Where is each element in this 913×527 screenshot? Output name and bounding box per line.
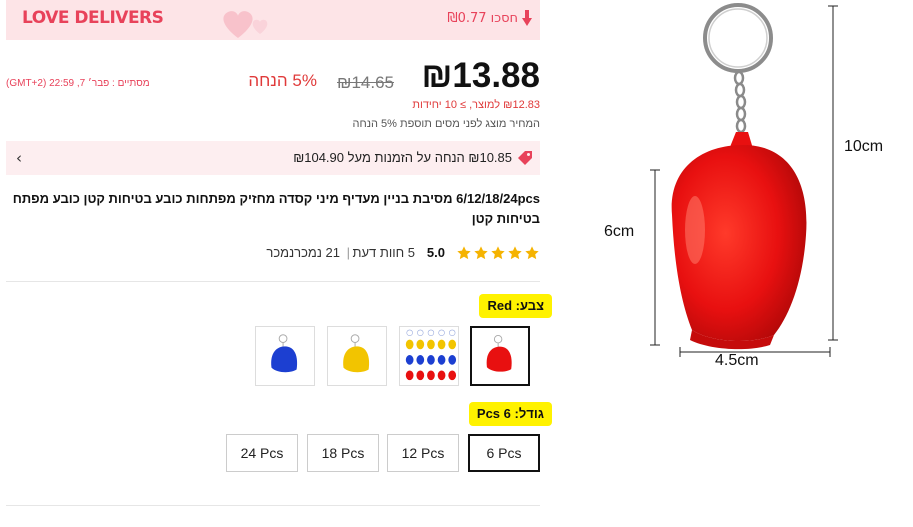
discount-badge: 5% הנחה bbox=[248, 71, 317, 90]
sold-count: 21 נמכרנמכר bbox=[266, 245, 340, 260]
star-icon bbox=[474, 246, 488, 260]
product-info-panel: LOVE DELIVERS חסכו ₪0.77 ₪13.88 ₪14.65 5… bbox=[6, 0, 552, 523]
color-label: צבע: Red bbox=[479, 294, 552, 318]
star-icon bbox=[525, 246, 539, 260]
depth-dimension-label: 6cm bbox=[604, 223, 635, 240]
bulk-unit-price: ₪12.83 למוצר, ≥ 10 יחידות bbox=[412, 99, 540, 111]
savings-text: חסכו ₪0.77 bbox=[447, 11, 518, 26]
helmet-keychain-illustration bbox=[650, 3, 838, 357]
coupon-text: ₪10.85 הנחה על הזמנות מעל ₪104.90 bbox=[293, 150, 512, 165]
chevron-left-icon: ‹ bbox=[16, 149, 22, 167]
coupon-banner[interactable]: ₪10.85 הנחה על הזמנות מעל ₪104.90 ‹ bbox=[6, 141, 540, 175]
size-option-18[interactable]: 18 Pcs bbox=[307, 434, 379, 472]
yellow-helmet-thumbnail-icon bbox=[343, 334, 370, 373]
color-option-red[interactable] bbox=[470, 326, 530, 386]
color-option-blue[interactable] bbox=[255, 326, 315, 386]
price-row: ₪13.88 ₪14.65 5% הנחה מסתיים : פבר׳ 7, 2… bbox=[6, 56, 540, 96]
star-icon bbox=[491, 246, 505, 260]
color-option-mixed[interactable] bbox=[399, 326, 459, 386]
red-helmet-thumbnail-icon bbox=[486, 335, 512, 372]
promo-banner: LOVE DELIVERS חסכו ₪0.77 bbox=[6, 0, 540, 40]
color-option-yellow[interactable] bbox=[327, 326, 387, 386]
sale-timer: מסתיים : פבר׳ 7, 22:59 (GMT+2) bbox=[6, 78, 150, 89]
separator: | bbox=[346, 245, 350, 260]
blue-helmet-thumbnail-icon bbox=[271, 334, 298, 373]
tag-icon bbox=[518, 151, 532, 165]
original-price: ₪14.65 bbox=[337, 73, 394, 92]
size-option-12[interactable]: 12 Pcs bbox=[387, 434, 459, 472]
rating-value: 5.0 bbox=[426, 245, 445, 260]
star-icon bbox=[457, 246, 471, 260]
tax-note: המחיר מוצג לפני מסים תוספת 5% הנחה bbox=[352, 118, 540, 130]
height-dimension-label: 10cm bbox=[844, 138, 884, 155]
arrow-down-icon bbox=[522, 10, 532, 26]
mixed-helmets-thumbnail-icon bbox=[405, 329, 457, 381]
hearts-decoration-icon bbox=[223, 11, 268, 38]
star-icon bbox=[508, 246, 522, 260]
divider bbox=[6, 281, 540, 282]
star-rating bbox=[456, 245, 540, 261]
current-price: ₪13.88 bbox=[421, 56, 540, 95]
size-option-6[interactable]: 6 Pcs bbox=[468, 434, 540, 472]
width-dimension-label: 4.5cm bbox=[715, 352, 759, 369]
product-title: 6/12/18/24pcs מסיבת בניין מעדיף מיני קסד… bbox=[12, 191, 540, 226]
size-option-24[interactable]: 24 Pcs bbox=[226, 434, 298, 472]
review-count-link[interactable]: 5 חוות דעת bbox=[352, 245, 415, 260]
product-image: 10cm 6cm 4.5cm bbox=[560, 0, 913, 523]
divider bbox=[6, 505, 540, 506]
size-label: גודל: 6 Pcs bbox=[468, 402, 552, 426]
brand-logo: LOVE DELIVERS bbox=[22, 8, 164, 28]
rating-row[interactable]: 5.0 5 חוות דעת | 21 נמכרנמכר bbox=[6, 244, 540, 264]
